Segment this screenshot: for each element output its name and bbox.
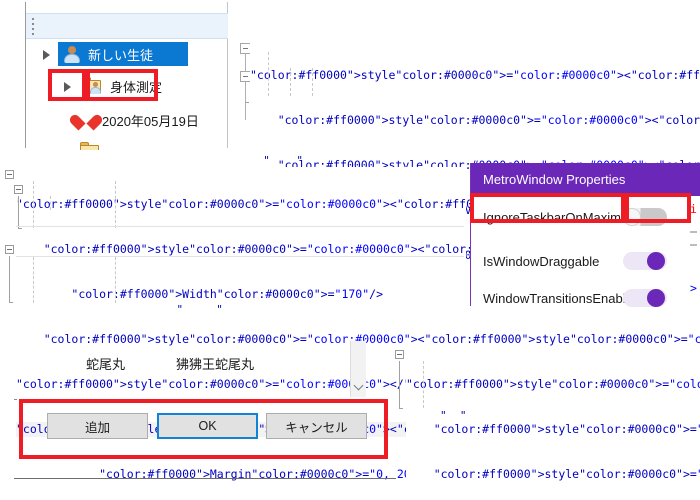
outline-vertical-line [399, 361, 400, 408]
drag-handle-dots-icon[interactable] [32, 18, 35, 35]
code-line: "color:#ff0000">style"color:#0000c0">="c… [43, 242, 700, 256]
code-line: "color:#ff0000">style"color:#0000c0">="c… [433, 422, 700, 436]
code-line: "color:#ff0000">style"color:#0000c0">="c… [16, 197, 700, 211]
metro-panel-title: MetroWindow Properties [471, 163, 700, 196]
tree-expander-root[interactable] [43, 50, 50, 60]
code-fragment-right [690, 231, 697, 233]
tree-node-label: 身体測定 [110, 79, 163, 95]
name-list-pane[interactable]: 蛇尾丸 狒狒王蛇尾丸 [14, 341, 366, 400]
code-line-underline [16, 256, 464, 257]
outline-collapse-box[interactable] [5, 170, 14, 179]
outline-collapse-box[interactable] [5, 245, 14, 254]
horizontal-divider [14, 478, 396, 479]
outline-tick [399, 408, 403, 409]
cancel-button[interactable]: キャンセル [266, 413, 367, 439]
code-line: "color:#ff0000">style"color:#0000c0">="c… [406, 377, 700, 391]
list-scrollbar[interactable] [350, 341, 366, 397]
outline-vertical-line [9, 256, 10, 302]
indent-guide [115, 181, 116, 228]
person-icon [62, 44, 82, 64]
outline-tick [9, 302, 13, 303]
indent-guide [312, 68, 313, 96]
code-fragment-right: > [690, 281, 697, 295]
outline-tick [18, 228, 22, 229]
code-line: "color:#ff0000">style"color:#0000c0">="c… [433, 467, 700, 481]
code-line-underline [16, 226, 464, 227]
outline-vertical-line [245, 102, 246, 120]
property-row-ignore-taskbar: IgnoreTaskbarOnMaximize [471, 199, 700, 235]
property-row-window-transitions: WindowTransitionsEnabled [471, 280, 700, 316]
code-truncation-marker: " " [150, 303, 223, 316]
property-row-is-window-draggable: IsWindowDraggable [471, 243, 700, 279]
indent-guide [115, 257, 116, 303]
chevron-down-icon[interactable] [353, 380, 364, 391]
toggle-window-transitions-enabled[interactable] [623, 289, 667, 307]
xaml-code-middle[interactable]: "color:#ff0000">style"color:#0000c0">="c… [16, 167, 700, 500]
toggle-ignore-taskbar-on-maximize[interactable] [623, 208, 667, 226]
heart-icon [76, 110, 98, 130]
indent-guide [50, 196, 51, 210]
code-truncation-marker: " " [440, 409, 467, 422]
outline-tick [245, 102, 249, 103]
add-button[interactable]: 追加 [47, 413, 148, 439]
code-fragment-right: i [690, 202, 697, 216]
tree-node-date[interactable]: 2020年05月19日 [72, 108, 222, 132]
outline-vertical-line [245, 82, 246, 102]
indent-guide [268, 52, 269, 96]
tree-node-body-measurement[interactable]: 身体測定 [78, 74, 198, 98]
code-fragment-right [690, 244, 697, 246]
tree-node-label: 新しい生徒 [88, 47, 154, 63]
code-line: "color:#ff0000">Width"color:#0000c0">="1… [71, 287, 383, 301]
toggle-is-window-draggable[interactable] [623, 252, 667, 270]
list-item[interactable]: 狒狒王蛇尾丸 [176, 354, 254, 373]
metro-window-properties-panel: MetroWindow Properties IgnoreTaskbarOnMa… [470, 163, 700, 307]
indent-guide [33, 257, 34, 303]
outline-collapse-box[interactable] [395, 350, 404, 359]
xaml-code-bottom[interactable]: "color:#ff0000">style"color:#0000c0">="c… [406, 347, 700, 500]
screenshot-root: 新しい生徒 身体測定 2020年05月19日 "color:#ff0000">s… [0, 0, 700, 500]
outline-collapse-box[interactable] [14, 185, 23, 194]
code-line: "color:#ff0000">style"color:#0000c0">="c… [250, 68, 700, 82]
code-truncation-marker: " " [250, 154, 310, 167]
indent-guide [423, 361, 424, 408]
outline-vertical-line [18, 196, 19, 228]
tree-node-new-student[interactable]: 新しい生徒 [58, 42, 188, 66]
outline-vertical-line [245, 54, 246, 71]
folder-person-icon-partial [80, 142, 102, 150]
indent-guide [33, 181, 34, 228]
tree-expander-measure[interactable] [64, 82, 71, 92]
property-label: WindowTransitionsEnabled [483, 290, 641, 306]
list-item[interactable]: 蛇尾丸 [86, 354, 125, 373]
tree-header-bar [26, 13, 228, 39]
student-tree-view[interactable]: 新しい生徒 身体測定 2020年05月19日 [25, 2, 228, 150]
ok-button[interactable]: OK [157, 413, 258, 439]
tree-node-label: 2020年05月19日 [102, 113, 199, 129]
code-line: "color:#ff0000">Margin"color:#0000c0">="… [99, 467, 466, 481]
indent-guide [290, 68, 291, 96]
property-label: IgnoreTaskbarOnMaximize [483, 209, 638, 225]
code-line: "color:#ff0000">style"color:#0000c0">="c… [277, 113, 700, 127]
folder-person-icon [82, 77, 104, 95]
property-label: IsWindowDraggable [483, 253, 600, 269]
